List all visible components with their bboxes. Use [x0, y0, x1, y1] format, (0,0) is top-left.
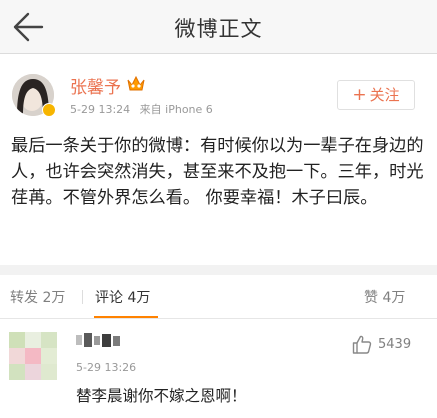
page-title: 微博正文	[174, 17, 263, 41]
follow-label: 关注	[369, 86, 400, 104]
tab-separator	[82, 290, 83, 304]
post-stats-tabs: 转发 2万 评论 4万 赞 4万	[0, 275, 437, 319]
comment-like-count: 5439	[378, 337, 412, 352]
section-divider	[0, 265, 437, 275]
post-body-text: 最后一条关于你的微博：有时候你以为一辈子在身边的人，也许会突然消失，甚至来不及抱…	[11, 136, 424, 208]
vip-crown-icon[interactable]	[126, 75, 146, 92]
commenter-name-blurred[interactable]	[76, 333, 124, 347]
post-meta: 5-29 13:24 来自 iPhone 6	[70, 101, 219, 117]
active-tab-indicator	[94, 316, 158, 318]
commenter-avatar[interactable]	[9, 332, 57, 380]
post-timestamp: 5-29 13:24	[70, 103, 131, 116]
post-source: 来自 iPhone 6	[139, 103, 213, 116]
tab-comments[interactable]: 评论 4万	[95, 287, 150, 307]
follow-button[interactable]: + 关注	[337, 80, 415, 110]
comment-item: 5-29 13:26 5439 替李晨谢你不嫁之恩啊！	[0, 320, 437, 418]
comment-text: 替李晨谢你不嫁之恩啊！	[76, 387, 247, 405]
comment-timestamp: 5-29 13:26	[76, 361, 137, 374]
verified-badge-icon	[42, 103, 56, 117]
post-username[interactable]: 张馨予	[70, 73, 121, 98]
tab-reposts[interactable]: 转发 2万	[10, 287, 65, 307]
post-card: 张馨予 5-29 13:24 来自 iPhone 6 + 关注 最后一条关于你的微…	[0, 55, 437, 265]
plus-icon: +	[352, 85, 367, 105]
thumbs-up-icon[interactable]	[352, 335, 372, 354]
tab-likes[interactable]: 赞 4万	[364, 287, 405, 307]
navigation-bar: 微博正文	[0, 0, 437, 54]
weibo-post-page: 微博正文 张馨予 5-29 13:24 来自 iPhone 6 + 关注 最后一条…	[0, 0, 437, 418]
